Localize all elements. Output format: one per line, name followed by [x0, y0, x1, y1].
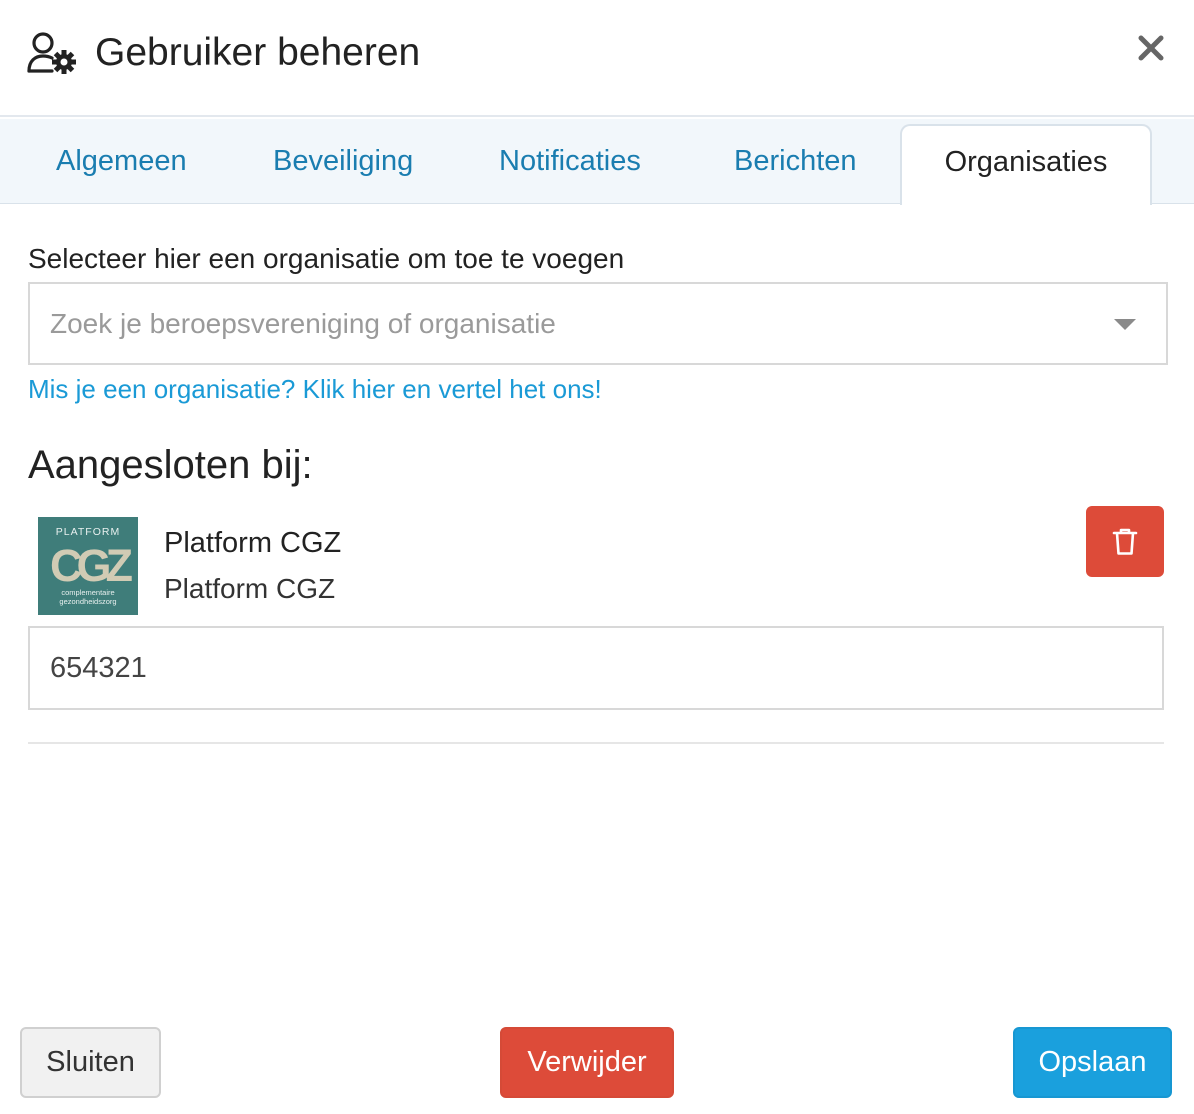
logo-bottom-line-2: gezondheidszorg: [59, 597, 116, 606]
missing-organisation-link[interactable]: Mis je een organisatie? Klik hier en ver…: [28, 372, 602, 406]
manage-user-modal: Gebruiker beheren Algemeen Beveiliging N…: [0, 0, 1194, 1114]
member-number-input[interactable]: [28, 626, 1164, 710]
affiliations-heading: Aangesloten bij:: [28, 443, 313, 487]
organisation-logo: PLATFORM CGZ complementaire gezondheidsz…: [38, 517, 139, 615]
logo-letters: CGZ: [50, 540, 133, 591]
trash-icon: [1112, 528, 1138, 555]
modal-header: Gebruiker beheren: [0, 0, 1194, 117]
close-icon[interactable]: [1134, 31, 1168, 65]
close-button[interactable]: Sluiten: [20, 1027, 161, 1098]
logo-top-text: PLATFORM: [56, 526, 120, 538]
organisation-subtitle: Platform CGZ: [164, 573, 336, 604]
tab-berichten[interactable]: Berichten: [734, 119, 857, 204]
tab-organisaties[interactable]: Organisaties: [900, 124, 1152, 205]
tab-beveiliging[interactable]: Beveiliging: [273, 119, 413, 204]
divider: [28, 742, 1164, 744]
delete-button[interactable]: Verwijder: [500, 1027, 674, 1098]
chevron-down-icon: [1114, 319, 1136, 330]
organisation-select-label: Selecteer hier een organisatie om toe te…: [28, 243, 625, 274]
modal-title: Gebruiker beheren: [95, 31, 421, 74]
user-gear-icon: [26, 30, 78, 74]
tab-algemeen[interactable]: Algemeen: [56, 119, 187, 204]
save-button[interactable]: Opslaan: [1013, 1027, 1172, 1098]
remove-affiliation-button[interactable]: [1086, 506, 1164, 577]
logo-bottom-line-1: complementaire: [61, 588, 114, 597]
organisation-search-select[interactable]: Zoek je beroepsvereniging of organisatie: [28, 282, 1168, 365]
organisation-name: Platform CGZ: [164, 527, 342, 559]
tab-bar: Algemeen Beveiliging Notificaties Berich…: [0, 119, 1194, 205]
organisation-search-placeholder: Zoek je beroepsvereniging of organisatie: [50, 308, 556, 339]
tab-notificaties[interactable]: Notificaties: [499, 119, 641, 204]
